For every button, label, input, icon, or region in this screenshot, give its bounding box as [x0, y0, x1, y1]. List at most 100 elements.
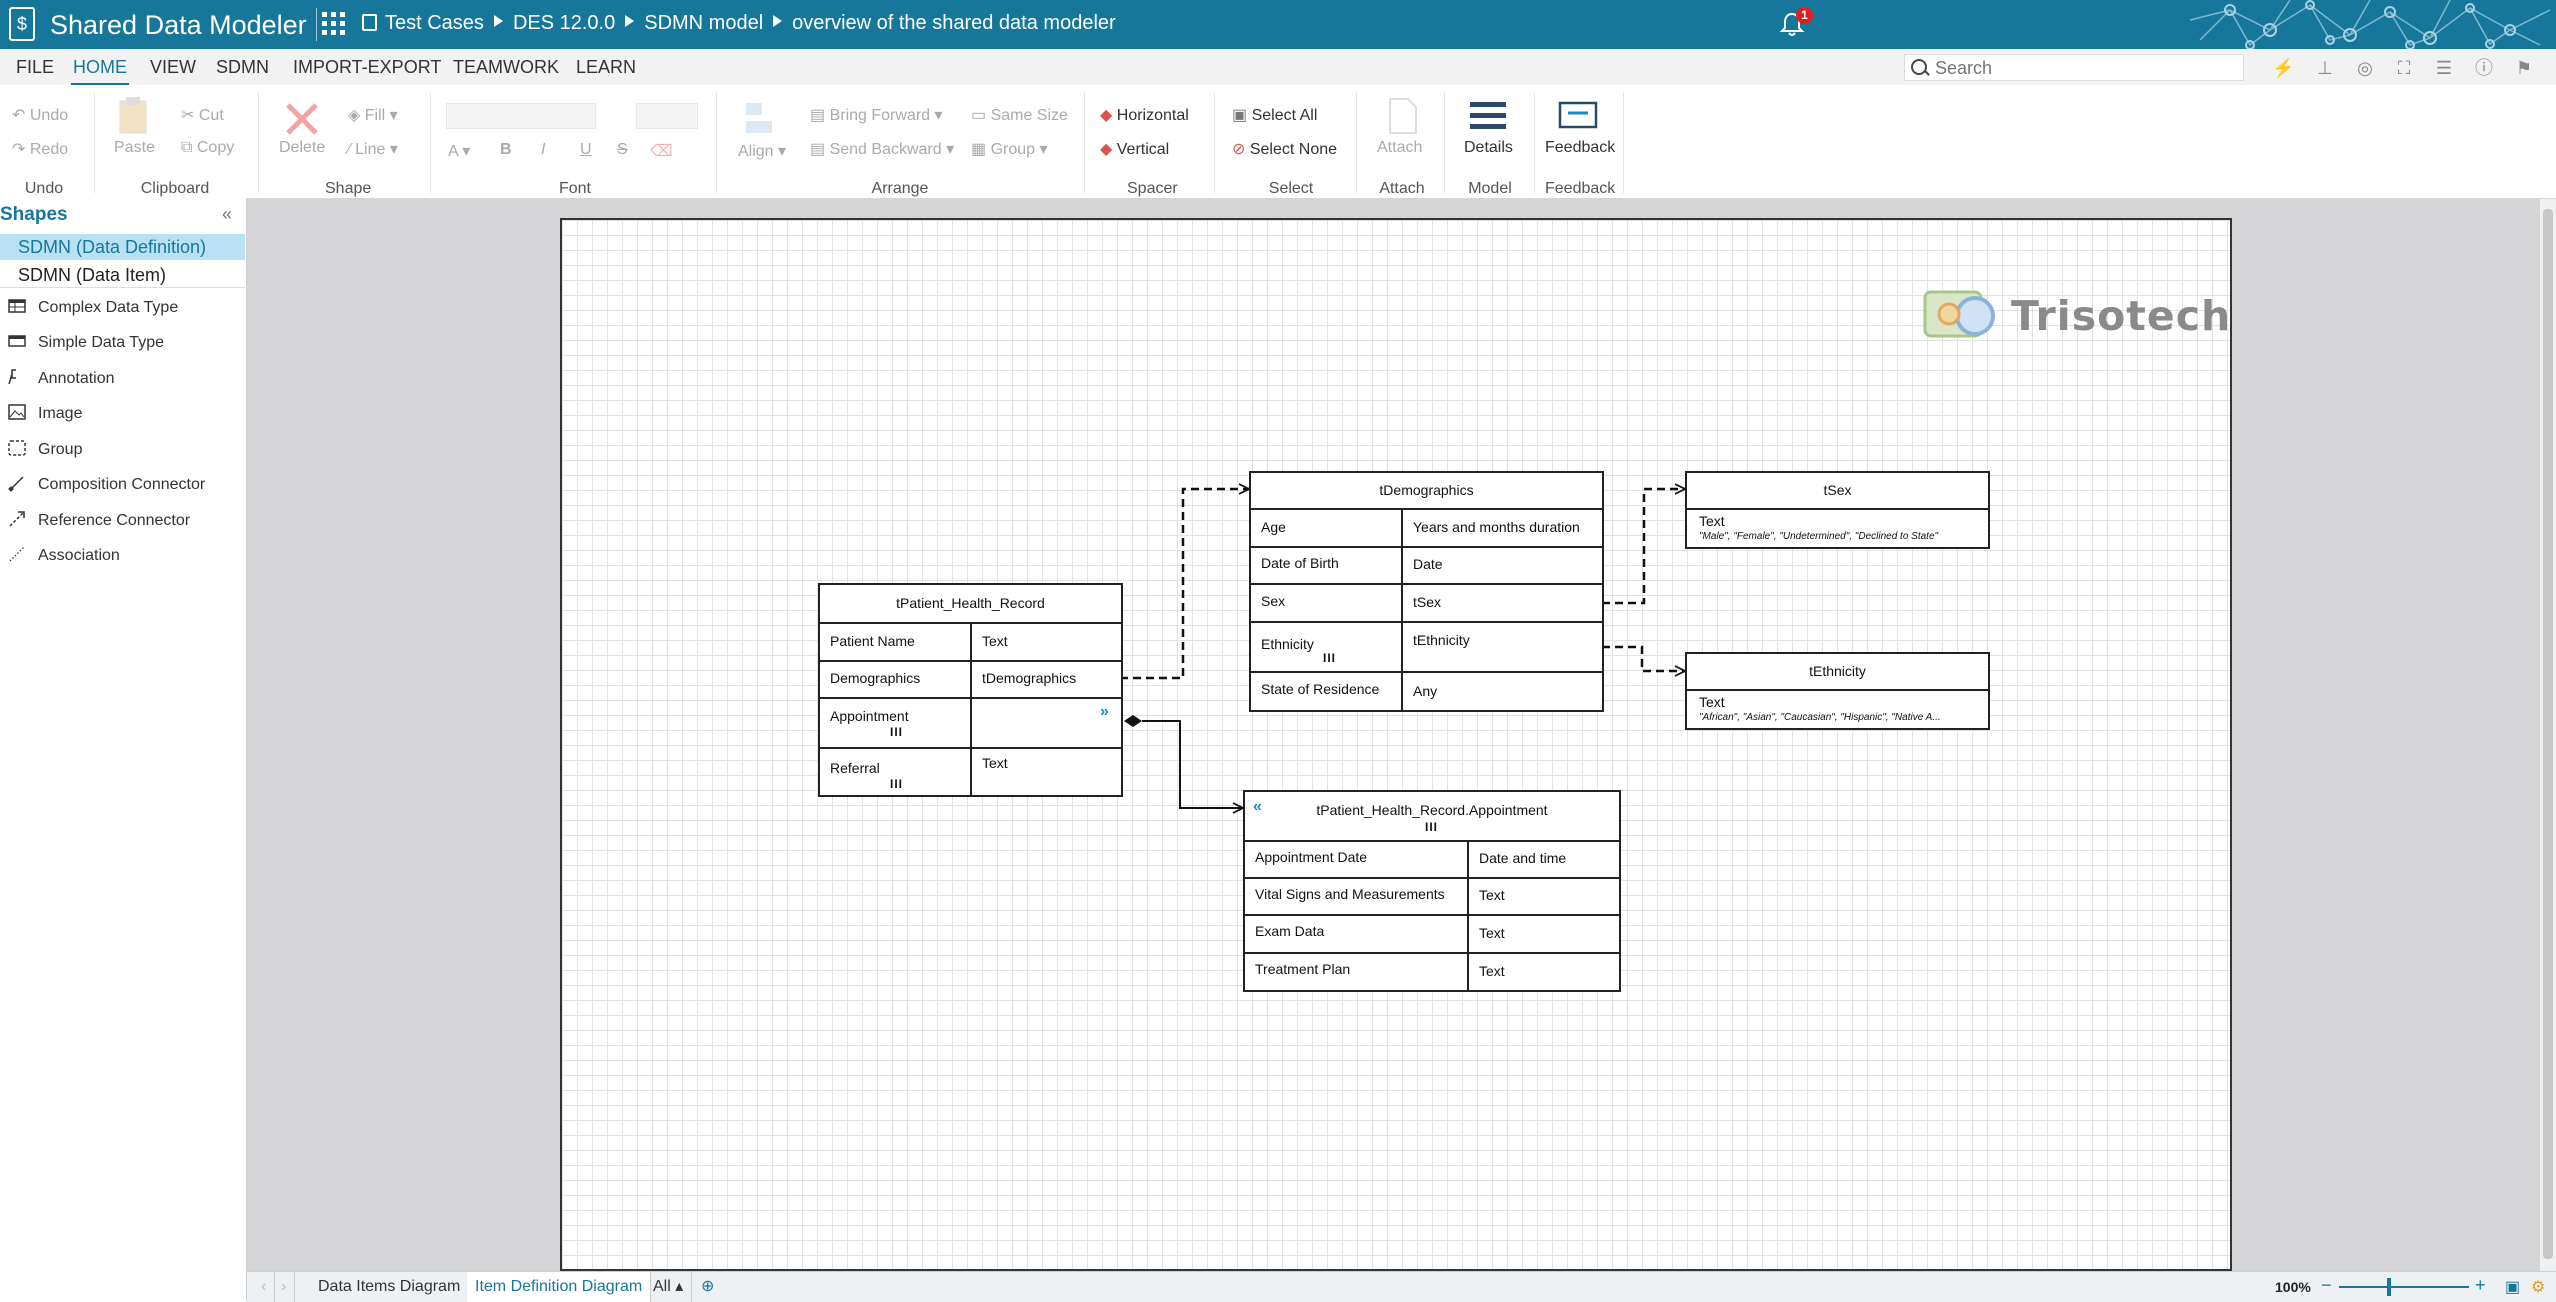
underline-button[interactable]: U	[580, 141, 592, 159]
table-row[interactable]: Age Years and months duration	[1251, 508, 1602, 548]
shape-association[interactable]: Association	[0, 539, 245, 571]
text-color-button[interactable]: A ▾	[448, 141, 470, 161]
shape-annotation[interactable]: Annotation	[0, 362, 245, 394]
menu-teamwork[interactable]: TEAMWORK	[451, 49, 561, 85]
complex-type-tpatient-health-record[interactable]: tPatient_Health_Record Patient Name Text…	[818, 583, 1123, 797]
breadcrumb-item[interactable]: DES 12.0.0	[513, 12, 615, 34]
breadcrumb-item[interactable]: overview of the shared data modeler	[792, 12, 1116, 34]
run-icon[interactable]: ⚡	[2272, 57, 2294, 79]
vertical-scrollbar[interactable]	[2540, 199, 2556, 1271]
undo-button[interactable]: ↶ Undo	[12, 105, 68, 125]
zoom-out-icon[interactable]: −	[2321, 1275, 2332, 1296]
composition-connector-icon	[8, 476, 24, 492]
search-input[interactable]	[1933, 57, 2237, 80]
select-none-button[interactable]: ⊘ Select None	[1232, 139, 1337, 159]
tab-scroll-right-icon[interactable]: ›	[273, 1272, 296, 1302]
diagram-page[interactable]: Trisotech tPatient_Health_Record Patient…	[560, 218, 2232, 1271]
hierarchy-icon[interactable]: ⊥	[2314, 57, 2336, 79]
category-sdmn-data-definition[interactable]: SDMN (Data Definition)	[0, 234, 245, 260]
tab-data-items-diagram[interactable]: Data Items Diagram	[310, 1272, 470, 1302]
scrollbar-thumb[interactable]	[2543, 209, 2553, 1259]
font-family-select[interactable]	[446, 103, 596, 129]
flag-icon[interactable]: ⚑	[2513, 57, 2535, 79]
tab-scroll-left-icon[interactable]: ‹	[253, 1272, 276, 1302]
table-row[interactable]: Appointment III »	[820, 697, 1121, 749]
select-all-button[interactable]: ▣ Select All	[1232, 105, 1317, 125]
table-row[interactable]: State of Residence Any	[1251, 671, 1602, 710]
fill-button[interactable]: ◈ Fill ▾	[348, 105, 398, 125]
breadcrumb-item[interactable]: Test Cases	[385, 12, 484, 34]
reference-connector[interactable]	[1602, 645, 1685, 671]
font-size-select[interactable]	[636, 103, 698, 129]
cut-button[interactable]: ✂ Cut	[181, 105, 224, 125]
breadcrumb-item[interactable]: SDMN model	[644, 12, 763, 34]
simple-type-tsex[interactable]: tSex Text "Male", "Female", "Undetermine…	[1685, 471, 1990, 549]
reference-connector[interactable]	[1602, 489, 1685, 605]
complex-type-tdemographics[interactable]: tDemographics Age Years and months durat…	[1249, 471, 1604, 712]
shape-label: Association	[38, 547, 120, 564]
line-button[interactable]: ∕ Line ▾	[348, 139, 398, 159]
group-button[interactable]: ▦ Group ▾	[971, 139, 1048, 159]
shape-simple-data-type[interactable]: Simple Data Type	[0, 326, 245, 358]
fit-page-icon[interactable]: ▣	[2505, 1277, 2520, 1297]
zoom-in-icon[interactable]: +	[2475, 1275, 2486, 1296]
align-button[interactable]: Align ▾	[738, 141, 786, 161]
details-button[interactable]: Details	[1464, 139, 1513, 157]
info-icon[interactable]: ⓘ	[2473, 57, 2495, 79]
shape-reference-connector[interactable]: Reference Connector	[0, 504, 245, 536]
bold-button[interactable]: B	[500, 141, 512, 159]
menu-file[interactable]: FILE	[14, 49, 56, 85]
redo-button[interactable]: ↷ Redo	[12, 139, 68, 159]
table-row[interactable]: Referral III Text	[820, 747, 1121, 795]
horizontal-spacer-button[interactable]: ◆ Horizontal	[1100, 105, 1189, 125]
menu-learn[interactable]: LEARN	[574, 49, 638, 85]
table-row[interactable]: Ethnicity III tEthnicity	[1251, 621, 1602, 673]
tab-all-dropdown[interactable]: All ▴	[645, 1272, 693, 1302]
table-row[interactable]: Vital Signs and Measurements Text	[1245, 877, 1619, 916]
menu-import-export[interactable]: IMPORT-EXPORT	[291, 49, 443, 85]
table-row[interactable]: Demographics tDemographics	[820, 660, 1121, 699]
diagram-canvas[interactable]: Trisotech tPatient_Health_Record Patient…	[247, 199, 2540, 1271]
send-backward-button[interactable]: ▤ Send Backward ▾	[810, 139, 954, 159]
collapse-panel-button[interactable]: «	[222, 204, 232, 225]
complex-type-appointment[interactable]: « tPatient_Health_Record.Appointment III…	[1243, 790, 1621, 992]
zoom-slider[interactable]	[2339, 1286, 2469, 1288]
table-row[interactable]: Treatment Plan Text	[1245, 952, 1619, 990]
delete-button[interactable]: Delete	[279, 139, 325, 157]
table-row[interactable]: Patient Name Text	[820, 622, 1121, 662]
target-icon[interactable]: ◎	[2354, 57, 2376, 79]
menu-view[interactable]: VIEW	[148, 49, 198, 85]
vertical-spacer-button[interactable]: ◆ Vertical	[1100, 139, 1169, 159]
table-row[interactable]: Date of Birth Date	[1251, 546, 1602, 585]
simple-type-tethnicity[interactable]: tEthnicity Text "African", "Asian", "Cau…	[1685, 652, 1990, 730]
shape-complex-data-type[interactable]: Complex Data Type	[0, 291, 245, 323]
menu-sdmn[interactable]: SDMN	[214, 49, 271, 85]
category-sdmn-data-item[interactable]: SDMN (Data Item)	[0, 262, 245, 288]
copy-button[interactable]: ⧉ Copy	[181, 139, 234, 157]
comments-icon[interactable]: ☰	[2433, 57, 2455, 79]
shape-image[interactable]: Image	[0, 397, 245, 429]
settings-icon[interactable]: ⚙	[2531, 1277, 2545, 1297]
shape-group[interactable]: Group	[0, 433, 245, 465]
strikethrough-button[interactable]: S	[617, 141, 628, 159]
app-launcher-grid-icon[interactable]	[322, 12, 346, 36]
expand-icon[interactable]: ⛶	[2393, 57, 2415, 79]
table-row[interactable]: Appointment Date Date and time	[1245, 840, 1619, 879]
menu-home[interactable]: HOME	[71, 49, 129, 85]
same-size-button[interactable]: ▭ Same Size	[971, 105, 1068, 125]
composition-connector[interactable]	[1142, 720, 1243, 808]
zoom-slider-handle[interactable]	[2387, 1278, 2391, 1296]
table-row[interactable]: Sex tSex	[1251, 583, 1602, 623]
eraser-icon[interactable]: ⌫	[650, 141, 673, 161]
shape-composition-connector[interactable]: Composition Connector	[0, 468, 245, 500]
table-row[interactable]: Exam Data Text	[1245, 914, 1619, 954]
feedback-button[interactable]: Feedback	[1545, 139, 1615, 157]
tab-item-definition-diagram[interactable]: Item Definition Diagram	[467, 1272, 652, 1302]
reference-connector[interactable]	[1120, 489, 1249, 680]
paste-button[interactable]: Paste	[114, 139, 155, 157]
attach-button[interactable]: Attach	[1377, 139, 1422, 157]
bring-forward-button[interactable]: ▤ Bring Forward ▾	[810, 105, 943, 125]
expand-chevron-icon[interactable]: »	[1100, 703, 1109, 721]
italic-button[interactable]: I	[541, 141, 545, 159]
add-diagram-icon[interactable]: ⊕	[693, 1272, 722, 1302]
